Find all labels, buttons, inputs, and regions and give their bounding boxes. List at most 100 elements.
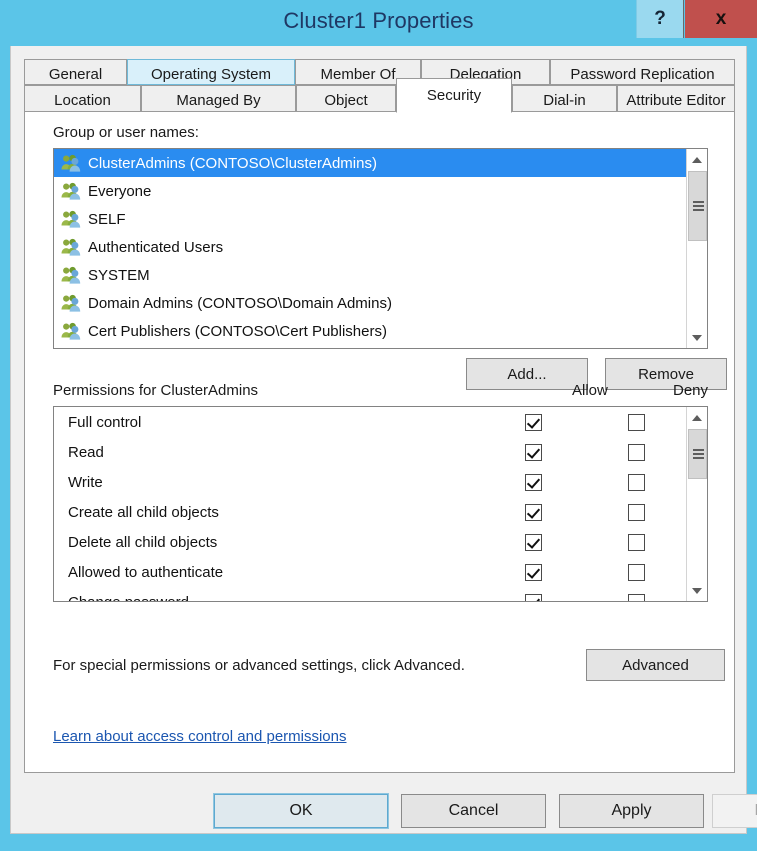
allow-checkbox[interactable]	[525, 533, 542, 551]
allow-checkbox[interactable]	[525, 443, 542, 461]
allow-checkbox[interactable]	[525, 593, 542, 601]
permission-row[interactable]: Delete all child objects	[54, 527, 686, 557]
permission-name: Write	[68, 473, 103, 491]
allow-checkbox[interactable]	[525, 563, 542, 581]
tab-attribute-editor[interactable]: Attribute Editor	[617, 85, 735, 112]
allow-column-header: Allow	[572, 382, 608, 399]
remove-button[interactable]: Remove	[605, 358, 727, 390]
deny-cell	[586, 593, 686, 601]
allow-checkbox[interactable]	[525, 413, 542, 431]
tab-location[interactable]: Location	[24, 85, 141, 112]
properties-window: Cluster1 Properties ? x General Operatin…	[0, 0, 757, 851]
group-list-item[interactable]: Enterprise Admins (CONTOSO\Enterprise Ad…	[54, 345, 686, 348]
group-or-user-names-list[interactable]: ClusterAdmins (CONTOSO\ClusterAdmins) Eve…	[53, 148, 708, 349]
deny-checkbox[interactable]	[627, 533, 645, 551]
advanced-button[interactable]: Advanced	[586, 649, 725, 681]
deny-checkbox[interactable]	[627, 443, 645, 461]
permission-name: Allowed to authenticate	[68, 563, 224, 581]
scroll-down-button[interactable]	[687, 580, 707, 601]
group-list-scrollbar[interactable]	[686, 149, 707, 348]
users-group-icon	[61, 154, 81, 172]
chevron-up-icon	[692, 414, 702, 421]
tab-security[interactable]: Security	[396, 78, 512, 113]
allow-cell	[481, 413, 586, 431]
deny-cell	[586, 443, 686, 461]
chevron-down-icon	[692, 587, 702, 594]
users-group-icon	[61, 266, 81, 284]
tab-strip: General Operating System Member Of Deleg…	[24, 59, 735, 113]
permission-row[interactable]: Read	[54, 437, 686, 467]
permissions-list-scrollbar[interactable]	[686, 407, 707, 601]
group-list-item[interactable]: ClusterAdmins (CONTOSO\ClusterAdmins)	[54, 149, 686, 177]
grip-icon	[693, 201, 704, 211]
permission-row[interactable]: Change password	[54, 587, 686, 601]
permission-name: Change password	[54, 594, 481, 602]
help-button: Help	[712, 794, 757, 828]
cancel-button[interactable]: Cancel	[401, 794, 546, 828]
allow-cell	[481, 443, 586, 461]
deny-cell	[586, 473, 686, 491]
allow-cell	[481, 473, 586, 491]
permissions-label: Permissions for ClusterAdmins	[53, 382, 259, 399]
deny-checkbox[interactable]	[627, 413, 645, 431]
permission-name: Read	[68, 443, 104, 461]
group-list-item[interactable]: SELF	[54, 205, 686, 233]
permissions-list[interactable]: Full control Read Write Create all child ob…	[53, 406, 708, 602]
deny-checkbox[interactable]	[627, 593, 645, 601]
ok-button[interactable]: OK	[213, 793, 389, 829]
allow-checkbox[interactable]	[525, 503, 542, 521]
group-list-item-label: SYSTEM	[88, 266, 150, 284]
users-group-icon	[61, 182, 81, 200]
tab-object[interactable]: Object	[296, 85, 396, 112]
scrollbar-thumb[interactable]	[688, 171, 707, 241]
scroll-up-button[interactable]	[687, 407, 707, 428]
allow-checkbox[interactable]	[525, 473, 542, 491]
group-list-item[interactable]: Domain Admins (CONTOSO\Domain Admins)	[54, 289, 686, 317]
deny-checkbox[interactable]	[627, 473, 645, 491]
permission-row[interactable]: Full control	[54, 407, 686, 437]
apply-button[interactable]: Apply	[559, 794, 704, 828]
deny-checkbox[interactable]	[627, 563, 645, 581]
deny-column-header: Deny	[673, 382, 709, 399]
group-list-item-label: Cert Publishers (CONTOSO\Cert Publishers…	[88, 322, 387, 340]
users-group-icon	[61, 322, 81, 340]
allow-cell	[481, 593, 586, 601]
scroll-down-button[interactable]	[687, 327, 707, 348]
group-list-item[interactable]: Everyone	[54, 177, 686, 205]
chevron-down-icon	[692, 334, 702, 341]
learn-about-access-control-link[interactable]: Learn about access control and permissio…	[53, 728, 347, 745]
allow-cell	[481, 503, 586, 521]
tab-operating-system[interactable]: Operating System	[127, 59, 295, 85]
permission-name: Delete all child objects	[68, 533, 218, 551]
deny-checkbox[interactable]	[627, 503, 645, 521]
tab-password-replication[interactable]: Password Replication	[550, 59, 735, 85]
scroll-up-button[interactable]	[687, 149, 707, 170]
permission-name: Create all child objects	[68, 503, 219, 521]
group-list-item-label: ClusterAdmins (CONTOSO\ClusterAdmins)	[88, 154, 377, 172]
group-list-item[interactable]: SYSTEM	[54, 261, 686, 289]
scrollbar-thumb[interactable]	[688, 429, 707, 479]
tab-dial-in[interactable]: Dial-in	[512, 85, 617, 112]
users-group-icon	[61, 210, 81, 228]
permission-row[interactable]: Write	[54, 467, 686, 497]
users-group-icon	[61, 238, 81, 256]
advanced-note: For special permissions or advanced sett…	[53, 657, 465, 674]
add-button[interactable]: Add...	[466, 358, 588, 390]
allow-cell	[481, 563, 586, 581]
help-caption-button[interactable]: ?	[636, 0, 684, 38]
permission-row[interactable]: Create all child objects	[54, 497, 686, 527]
dialog-body: General Operating System Member Of Deleg…	[10, 46, 757, 834]
chevron-up-icon	[692, 156, 702, 163]
tab-managed-by[interactable]: Managed By	[141, 85, 296, 112]
users-group-icon	[61, 294, 81, 312]
close-button[interactable]: x	[685, 0, 757, 38]
title-bar: Cluster1 Properties ? x	[0, 0, 757, 46]
permission-row[interactable]: Allowed to authenticate	[54, 557, 686, 587]
group-list-item[interactable]: Cert Publishers (CONTOSO\Cert Publishers…	[54, 317, 686, 345]
group-list-item-label: Authenticated Users	[88, 238, 224, 256]
deny-cell	[586, 533, 686, 551]
group-list-item[interactable]: Authenticated Users	[54, 233, 686, 261]
deny-cell	[586, 503, 686, 521]
tab-general[interactable]: General	[24, 59, 127, 85]
grip-icon	[693, 449, 704, 459]
